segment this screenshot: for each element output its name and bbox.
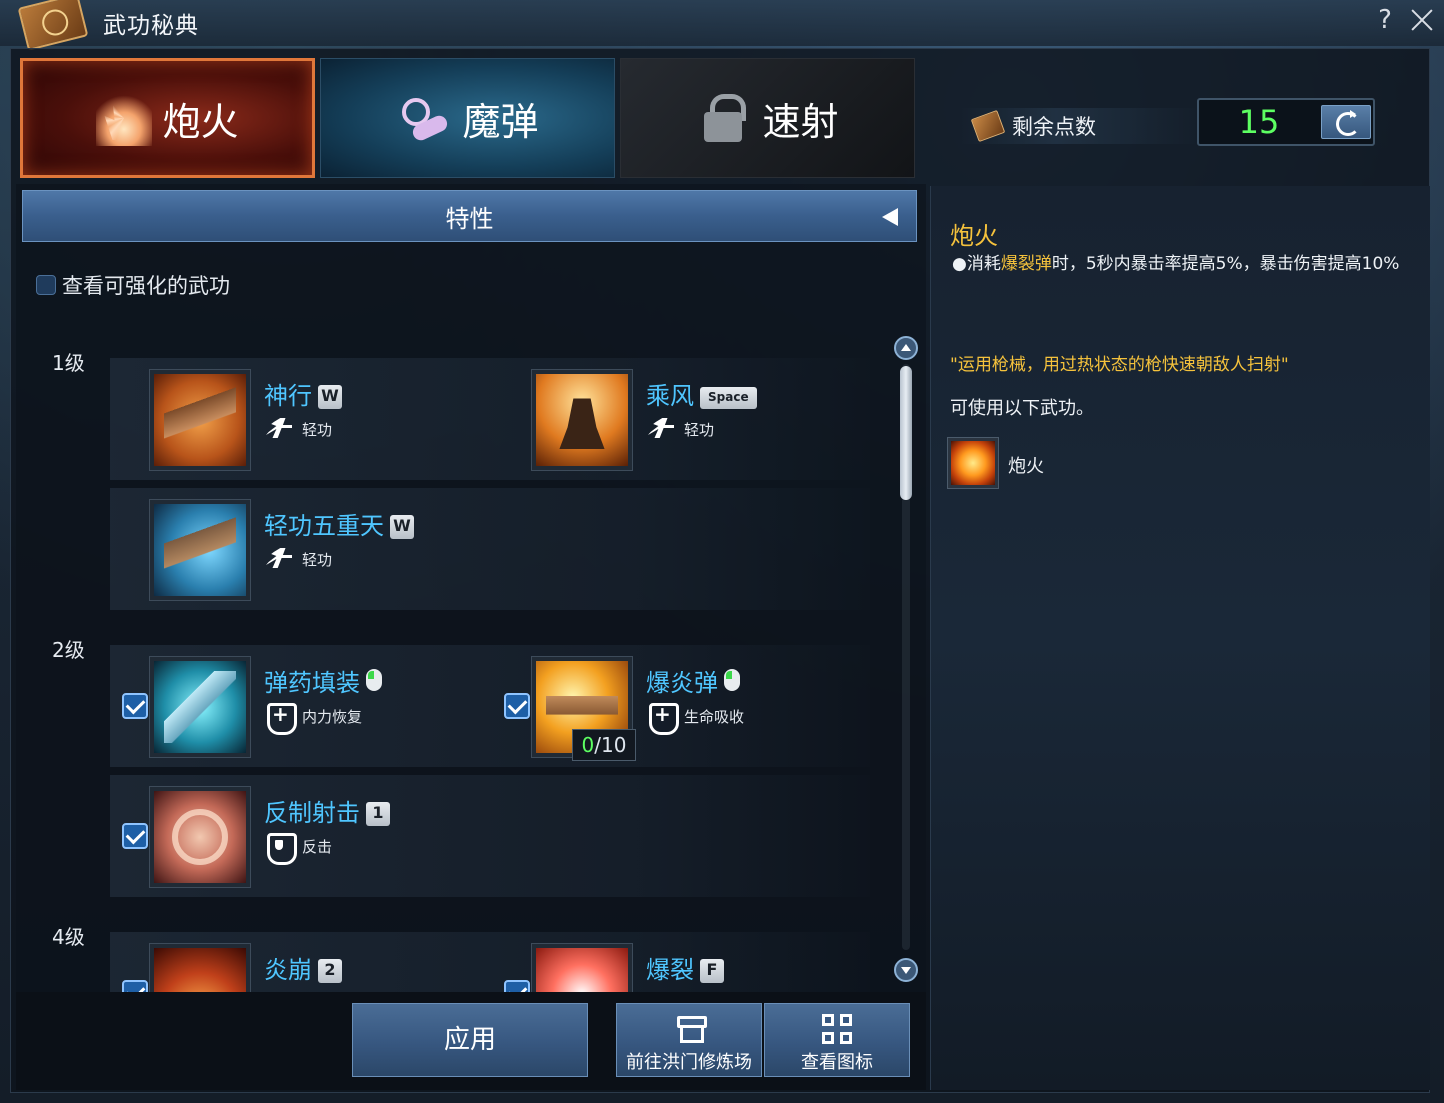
skill-shenxing[interactable]: 神行 W 轻功: [149, 369, 510, 471]
skill-checkbox[interactable]: [504, 980, 530, 992]
key-badge: F: [700, 959, 724, 983]
skill-row: 神行 W 轻功 乘风 Space 轻功: [110, 358, 870, 480]
skill-yanbeng[interactable]: 炎崩 2: [149, 943, 510, 992]
skill-fanzhi-sheji[interactable]: 反制射击 1 反击: [149, 786, 510, 888]
skill-checkbox[interactable]: [504, 693, 530, 719]
book-icon: [17, 0, 89, 51]
apply-button[interactable]: 应用: [352, 1003, 588, 1077]
tab-label: 魔弹: [462, 99, 539, 144]
key-badge: W: [318, 385, 342, 409]
remaining-points: 剩余点数: [960, 108, 1200, 144]
detail-quote: "运用枪械，用过热状态的枪快速朝敌人扫射": [950, 355, 1289, 375]
scroll-down-icon[interactable]: [894, 958, 918, 982]
mouse-icon: [724, 669, 740, 691]
fire-burst-icon: [96, 90, 153, 146]
key-badge: 1: [366, 802, 390, 826]
help-button[interactable]: ?: [1372, 4, 1398, 36]
close-icon[interactable]: [1406, 4, 1438, 36]
tab-paohuo[interactable]: 炮火: [20, 58, 315, 178]
usable-skill-name: 炮火: [1008, 456, 1044, 477]
skill-row: 轻功五重天 W 轻功: [110, 488, 870, 610]
key-badge: W: [390, 515, 414, 539]
triangle-left-icon[interactable]: [882, 208, 898, 226]
skill-icon[interactable]: [531, 369, 633, 471]
tab-modan[interactable]: 魔弹: [320, 58, 615, 178]
filter-row[interactable]: 查看可强化的武功: [36, 270, 230, 300]
skill-danyao-tianzhuang[interactable]: 弹药填装 内力恢复: [149, 656, 510, 758]
skill-icon[interactable]: [149, 369, 251, 471]
skill-type: 轻功: [264, 544, 332, 574]
shield-icon: [264, 831, 297, 865]
skill-baolie[interactable]: 爆裂 F: [531, 943, 862, 992]
lock-icon: [696, 90, 752, 146]
skill-icon[interactable]: [149, 499, 251, 601]
trait-label: 特性: [445, 204, 494, 233]
skill-name: 轻功五重天 W: [264, 506, 414, 541]
points-box: 15: [1197, 98, 1375, 146]
tab-sushe[interactable]: 速射: [620, 58, 915, 178]
window-title: 武功秘典: [103, 13, 199, 39]
skill-chengfeng[interactable]: 乘风 Space 轻功: [531, 369, 862, 471]
skill-progress: 0/10: [572, 729, 636, 761]
dash-icon: [264, 544, 294, 574]
mouse-icon: [366, 669, 382, 691]
skill-checkbox[interactable]: [122, 693, 148, 719]
scrollbar-thumb[interactable]: [900, 366, 912, 500]
skill-name: 炎崩 2: [264, 950, 342, 985]
fire-burst-icon[interactable]: [947, 437, 999, 489]
heal-icon: [646, 701, 679, 735]
title-bar: 武功秘典 ?: [0, 0, 1444, 51]
points-label: 剩余点数: [1012, 115, 1096, 139]
skill-name: 爆裂 F: [646, 950, 724, 985]
skill-name: 反制射击 1: [264, 793, 390, 828]
magic-scroll-icon: [396, 90, 452, 146]
dash-icon: [646, 414, 676, 444]
skill-name: 乘风 Space: [646, 376, 757, 411]
skill-checkbox[interactable]: [122, 823, 148, 849]
points-value: 15: [1238, 103, 1280, 141]
skill-checkbox[interactable]: [122, 980, 148, 992]
skill-name: 爆炎弹: [646, 663, 740, 698]
key-badge: 2: [318, 959, 342, 983]
key-badge: Space: [700, 387, 757, 409]
filter-checkbox[interactable]: [36, 275, 56, 295]
tab-label: 炮火: [162, 99, 239, 144]
level-label: 4级: [52, 925, 85, 949]
heal-icon: [264, 701, 297, 735]
go-to-training-button[interactable]: 前往洪门修炼场: [616, 1003, 762, 1077]
skill-type: 轻功: [264, 414, 332, 444]
usable-skills-label: 可使用以下武功。: [950, 398, 1094, 419]
skill-icon[interactable]: [149, 656, 251, 758]
skill-row: 弹药填装 内力恢复 0/10 爆炎弹 生命吸收: [110, 645, 870, 767]
skill-row: 炎崩 2 爆裂 F: [110, 932, 870, 992]
skill-name: 弹药填装: [264, 663, 382, 698]
dash-icon: [264, 414, 294, 444]
skill-qinggong-wuchongtian[interactable]: 轻功五重天 W 轻功: [149, 499, 510, 601]
skill-baoyandan[interactable]: 0/10 爆炎弹 生命吸收: [531, 656, 862, 761]
view-icons-button[interactable]: 查看图标: [764, 1003, 910, 1077]
trait-bar[interactable]: 特性: [22, 190, 917, 242]
skill-type: 生命吸收: [646, 701, 744, 735]
detail-description: ●消耗爆裂弹时，5秒内暴击率提高5%，暴击伤害提高10%: [952, 254, 1400, 274]
level-label: 1级: [52, 351, 85, 375]
level-label: 2级: [52, 638, 85, 662]
book-icon: [970, 109, 1006, 143]
skill-type: 轻功: [646, 414, 714, 444]
filter-label: 查看可强化的武功: [62, 274, 230, 298]
skill-type: 内力恢复: [264, 701, 362, 735]
skill-icon[interactable]: [149, 943, 251, 992]
skill-row: 反制射击 1 反击: [110, 775, 870, 897]
scroll-up-icon[interactable]: [894, 336, 918, 360]
gate-icon: [674, 1014, 707, 1044]
grid-icon: [822, 1014, 852, 1044]
skill-type: 反击: [264, 831, 332, 865]
skill-name: 神行 W: [264, 376, 342, 411]
detail-title: 炮火: [950, 222, 998, 250]
reset-icon[interactable]: [1321, 105, 1371, 139]
skill-icon[interactable]: [531, 943, 633, 992]
detail-panel: [930, 186, 1430, 1090]
skill-icon[interactable]: [149, 786, 251, 888]
tab-label: 速射: [762, 99, 839, 144]
